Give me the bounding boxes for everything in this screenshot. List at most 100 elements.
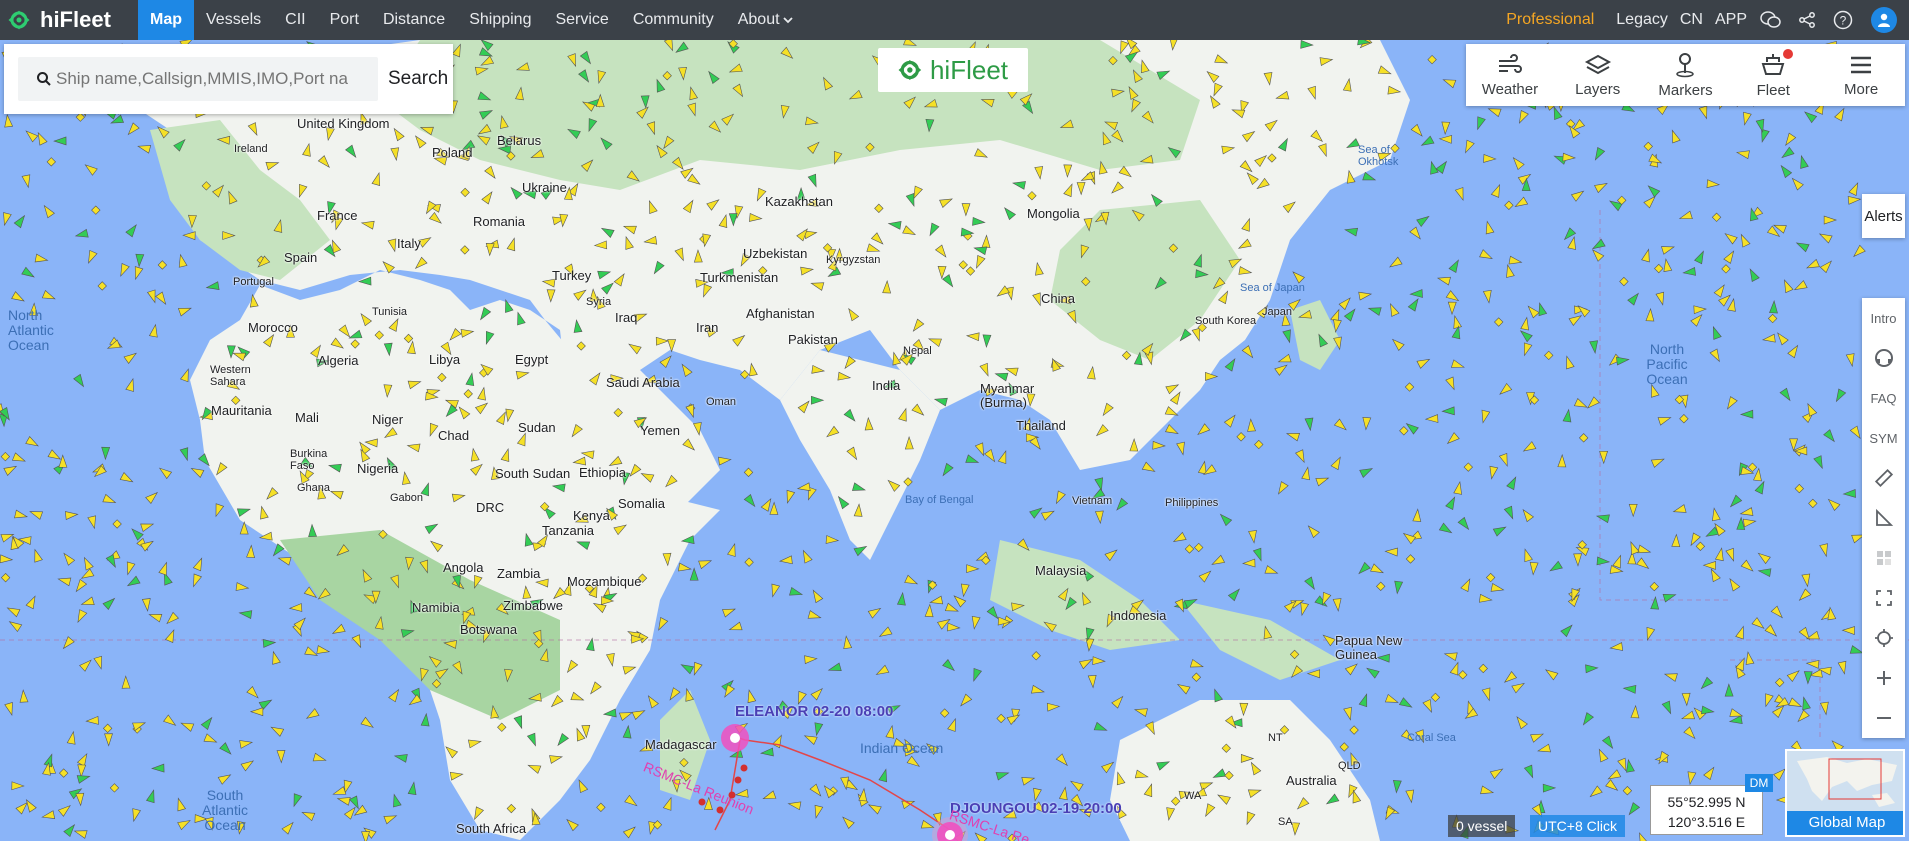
angle-button[interactable]	[1862, 498, 1905, 538]
more-label: More	[1843, 80, 1879, 98]
label-iraq: Iraq	[615, 310, 638, 325]
nav-cii[interactable]: CII	[273, 0, 317, 40]
label-kenya: Kenya	[573, 508, 610, 523]
nav-port[interactable]: Port	[318, 0, 371, 40]
search-button[interactable]: Search	[388, 68, 448, 90]
label-turkmenistan: Turkmenistan	[700, 270, 779, 285]
label-ghana: Ghana	[297, 482, 331, 494]
label-zambia: Zambia	[497, 566, 541, 581]
nav-community[interactable]: Community	[621, 0, 726, 40]
nav-map[interactable]: Map	[138, 0, 194, 40]
professional-link[interactable]: Professional	[1500, 11, 1610, 29]
label-gabon: Gabon	[390, 492, 424, 504]
search-input[interactable]	[56, 69, 376, 89]
grid-button[interactable]	[1862, 538, 1905, 578]
support-icon	[1874, 349, 1893, 367]
label-myanmar: Myanmar (Burma)	[980, 381, 1035, 410]
center-logo: hiFleet	[878, 48, 1028, 92]
search-box	[18, 57, 378, 101]
label-oman: Oman	[706, 396, 736, 408]
global-map-label: Global Map	[1787, 811, 1903, 835]
more-button[interactable]: More	[1817, 44, 1905, 106]
nav-distance[interactable]: Distance	[371, 0, 457, 40]
label-nt: NT	[1268, 732, 1283, 744]
label-papua-new-guinea: Papua New Guinea	[1335, 633, 1403, 662]
label-mali: Mali	[295, 410, 319, 425]
layers-button[interactable]: Layers	[1554, 44, 1642, 106]
label-afghanistan: Afghanistan	[746, 306, 815, 321]
layers-label: Layers	[1575, 80, 1621, 98]
label-australia: Australia	[1286, 773, 1337, 788]
weather-button[interactable]: Weather	[1466, 44, 1554, 106]
label-botswana: Botswana	[460, 622, 518, 637]
top-nav: hiFleet Map Vessels CII Port Distance Sh…	[0, 0, 1909, 40]
share-icon[interactable]	[1796, 9, 1818, 31]
label-pakistan: Pakistan	[788, 332, 838, 347]
label-madagascar: Madagascar	[645, 737, 717, 752]
legacy-link[interactable]: Legacy	[1610, 11, 1674, 29]
alerts-button[interactable]: Alerts	[1862, 194, 1905, 238]
ruler-button[interactable]	[1862, 458, 1905, 498]
label-italy: Italy	[397, 236, 421, 251]
coordinate-format-toggle[interactable]: DM	[1745, 774, 1773, 792]
fullscreen-button[interactable]	[1862, 578, 1905, 618]
label-ethiopia: Ethiopia	[579, 465, 626, 480]
label-egypt: Egypt	[515, 352, 549, 367]
nav-service[interactable]: Service	[543, 0, 620, 40]
support-button[interactable]	[1862, 338, 1905, 378]
label-wa: WA	[1184, 790, 1202, 802]
label-tunisia: Tunisia	[372, 306, 408, 318]
weather-label: Weather	[1481, 80, 1539, 98]
zoom-out-button[interactable]	[1862, 698, 1905, 738]
faq-button[interactable]: FAQ	[1862, 378, 1905, 418]
nav-vessels[interactable]: Vessels	[194, 0, 273, 40]
label-spain: Spain	[284, 250, 318, 265]
label-malaysia: Malaysia	[1035, 563, 1087, 578]
label-turkey: Turkey	[552, 268, 592, 283]
label-india: India	[872, 378, 901, 393]
label-syria: Syria	[586, 296, 612, 308]
fleet-notification-badge	[1783, 49, 1794, 59]
wechat-icon[interactable]	[1760, 9, 1782, 31]
utc-toggle[interactable]: UTC+8 Click	[1530, 815, 1625, 837]
marker-icon	[1676, 52, 1695, 77]
help-icon[interactable]: ?	[1832, 9, 1854, 31]
right-toolbar: Intro FAQ SYM	[1862, 298, 1905, 738]
fleet-button[interactable]: Fleet	[1729, 44, 1817, 106]
label-north-pacific: North Pacific Ocean	[1646, 341, 1688, 387]
label-mozambique: Mozambique	[567, 574, 642, 589]
intro-button[interactable]: Intro	[1862, 298, 1905, 338]
user-icon[interactable]	[1871, 7, 1897, 33]
label-romania: Romania	[473, 214, 526, 229]
world-map[interactable]: United Kingdom Ireland Poland Belarus Uk…	[0, 40, 1909, 841]
label-france: France	[317, 208, 358, 223]
fullscreen-icon	[1875, 590, 1892, 606]
label-coral-sea: Coral Sea	[1407, 732, 1456, 744]
locate-button[interactable]	[1862, 618, 1905, 658]
vessel-count: 0 vessel	[1448, 815, 1516, 837]
label-angola: Angola	[443, 560, 484, 575]
locate-icon	[1874, 629, 1893, 647]
wind-icon	[1498, 53, 1522, 73]
label-south-korea: South Korea	[1195, 315, 1257, 327]
layers-icon	[1584, 54, 1611, 74]
label-qld: QLD	[1338, 760, 1361, 772]
typhoon-eleanor-icon[interactable]	[721, 724, 749, 752]
sym-button[interactable]: SYM	[1862, 418, 1905, 458]
typhoon-eleanor-label[interactable]: ELEANOR 02-20 08:00	[735, 703, 893, 720]
zoom-in-button[interactable]	[1862, 658, 1905, 698]
markers-label: Markers	[1658, 81, 1713, 99]
global-map-thumbnail[interactable]: Global Map	[1785, 749, 1905, 837]
nav-shipping[interactable]: Shipping	[457, 0, 543, 40]
grid-icon	[1876, 551, 1891, 565]
brand-logo[interactable]: hiFleet	[8, 7, 138, 33]
label-drc: DRC	[476, 500, 505, 515]
label-zimbabwe: Zimbabwe	[503, 598, 563, 613]
ruler-icon	[1874, 468, 1893, 488]
language-cn[interactable]: CN	[1674, 11, 1709, 29]
app-link[interactable]: APP	[1709, 11, 1753, 29]
angle-icon	[1875, 508, 1893, 526]
nav-about[interactable]: About	[726, 0, 806, 40]
coordinates-readout: 55°52.995 N 120°3.516 E	[1650, 785, 1763, 835]
markers-button[interactable]: Markers	[1642, 44, 1730, 106]
